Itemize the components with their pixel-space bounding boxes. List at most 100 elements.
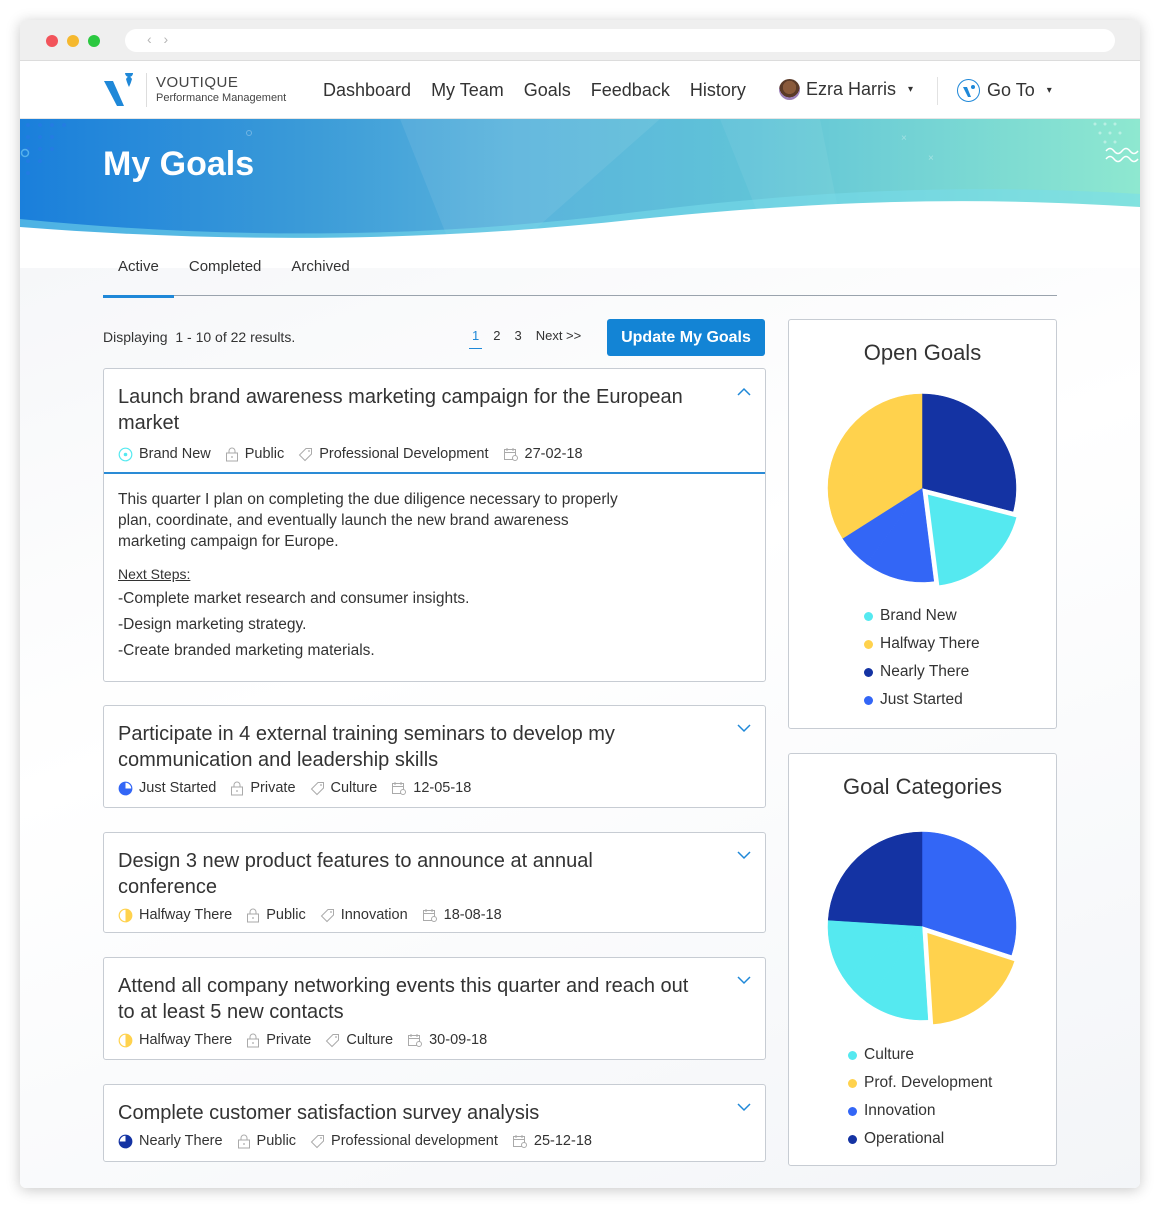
legend-label: Just Started [880, 691, 963, 708]
legend-item: Just Started [864, 686, 980, 714]
close-window-button[interactable] [46, 35, 58, 47]
legend-dot [848, 1134, 857, 1144]
legend-item: Operational [848, 1125, 992, 1153]
calendar-icon [408, 1033, 423, 1047]
logo-divider [146, 73, 147, 107]
tab-completed[interactable]: Completed [174, 256, 277, 296]
tab-active[interactable]: Active [103, 256, 174, 298]
page-1-link[interactable]: 1 [468, 328, 483, 349]
legend-label: Operational [864, 1130, 945, 1147]
goal-date: 12-05-18 [413, 780, 472, 796]
next-page-link[interactable]: Next >> [536, 328, 582, 343]
chevron-down-icon[interactable] [737, 724, 751, 733]
legend-label: Halfway There [880, 635, 980, 652]
goal-date: 30-09-18 [429, 1032, 488, 1048]
goal-meta: Halfway There Public Innovation 18-08-18 [118, 907, 516, 923]
legend-item: Brand New [864, 602, 980, 630]
nav-history[interactable]: History [690, 80, 746, 101]
legend-dot [864, 611, 873, 621]
chevron-down-icon[interactable] [737, 976, 751, 985]
goal-title[interactable]: Launch brand awareness marketing campaig… [118, 384, 718, 436]
legend-dot [848, 1078, 857, 1088]
chart-legend: Culture Prof. Development Innovation Ope… [848, 1041, 992, 1153]
card-divider [104, 472, 765, 474]
calendar-icon [503, 447, 518, 461]
nav-feedback[interactable]: Feedback [591, 80, 670, 101]
legend-label: Innovation [864, 1102, 936, 1119]
nav-divider [937, 77, 938, 105]
legend-item: Halfway There [864, 630, 980, 658]
voutique-logo-icon[interactable] [102, 73, 138, 107]
tag-icon [326, 1033, 340, 1047]
results-count: Displaying 1 - 10 of 22 results. [103, 329, 296, 345]
main-menu: Dashboard My Team Goals Feedback History [323, 80, 766, 101]
goal-categories-panel: Goal Categories Culture Prof. Developmen… [788, 753, 1057, 1166]
tag-icon [299, 447, 313, 461]
status-halfway-there-icon [118, 908, 133, 922]
chevron-down-icon[interactable] [737, 1103, 751, 1112]
lock-icon [231, 781, 244, 795]
goal-card[interactable]: Design 3 new product features to announc… [103, 832, 766, 933]
goal-details: This quarter I plan on completing the du… [118, 489, 678, 660]
goal-categories-pie-chart [827, 831, 1017, 1027]
lock-icon [247, 908, 260, 922]
avatar [779, 79, 800, 100]
goal-title[interactable]: Participate in 4 external training semin… [118, 721, 678, 773]
next-steps-heading: Next Steps: [118, 566, 191, 582]
goal-status: Nearly There [139, 1133, 223, 1149]
goal-description: This quarter I plan on completing the du… [118, 491, 618, 550]
goal-visibility: Public [256, 1133, 297, 1149]
goal-title[interactable]: Complete customer satisfaction survey an… [118, 1100, 718, 1126]
maximize-window-button[interactable] [88, 35, 100, 47]
status-nearly-there-icon [118, 1134, 133, 1148]
update-my-goals-button[interactable]: Update My Goals [607, 319, 765, 356]
goal-card[interactable]: Participate in 4 external training semin… [103, 705, 766, 808]
status-brand-new-icon [118, 447, 133, 461]
page-2-link[interactable]: 2 [493, 328, 500, 343]
minimize-window-button[interactable] [67, 35, 79, 47]
tag-icon [320, 908, 334, 922]
pie-slice-operational[interactable] [827, 831, 923, 927]
nav-dashboard[interactable]: Dashboard [323, 80, 411, 101]
tab-archived[interactable]: Archived [276, 256, 364, 296]
voutique-circle-icon [957, 79, 980, 102]
legend-dot [848, 1106, 857, 1116]
goal-title[interactable]: Attend all company networking events thi… [118, 973, 708, 1025]
svg-text:×: × [901, 133, 907, 144]
goal-title[interactable]: Design 3 new product features to announc… [118, 848, 638, 900]
legend-dot [864, 667, 873, 677]
goal-status: Halfway There [139, 907, 233, 923]
goal-status: Brand New [139, 446, 211, 462]
back-forward-icons[interactable]: ‹ › [147, 31, 172, 47]
goal-meta: Halfway There Private Culture 30-09-18 [118, 1032, 501, 1048]
legend-dot [864, 695, 873, 705]
goal-card[interactable]: Attend all company networking events thi… [103, 957, 766, 1060]
tag-icon [310, 781, 324, 795]
pagination: 1 2 3 Next >> [468, 328, 595, 349]
page-3-link[interactable]: 3 [514, 328, 521, 343]
chevron-down-icon[interactable] [737, 851, 751, 860]
chevron-up-icon[interactable] [737, 387, 751, 396]
user-menu[interactable]: Ezra Harris ▾ [779, 79, 913, 100]
goal-visibility: Public [266, 907, 306, 923]
chevron-down-icon: ▾ [908, 84, 914, 95]
goal-meta: Brand New Public Professional Developmen… [118, 446, 597, 462]
next-step-item: -Complete market research and consumer i… [118, 590, 470, 607]
open-goals-panel: Open Goals Brand New Halfway There Nearl… [788, 319, 1057, 729]
goal-visibility: Private [266, 1032, 312, 1048]
goal-category: Innovation [340, 907, 408, 923]
goal-visibility: Public [244, 446, 285, 462]
lock-icon [225, 447, 238, 461]
nav-goals[interactable]: Goals [524, 80, 571, 101]
calendar-icon [392, 781, 407, 795]
goal-card[interactable]: Complete customer satisfaction survey an… [103, 1084, 766, 1162]
address-bar[interactable]: ‹ › [125, 29, 1115, 52]
goto-menu[interactable]: Go To ▾ [957, 79, 1052, 102]
goal-category: Professional development [331, 1133, 498, 1149]
goal-date: 27-02-18 [524, 446, 583, 462]
nav-my-team[interactable]: My Team [431, 80, 504, 101]
goal-visibility: Private [250, 780, 296, 796]
pie-slice-nearly-there[interactable] [921, 393, 1017, 512]
goal-card[interactable]: Launch brand awareness marketing campaig… [103, 368, 766, 682]
legend-item: Prof. Development [848, 1069, 992, 1097]
